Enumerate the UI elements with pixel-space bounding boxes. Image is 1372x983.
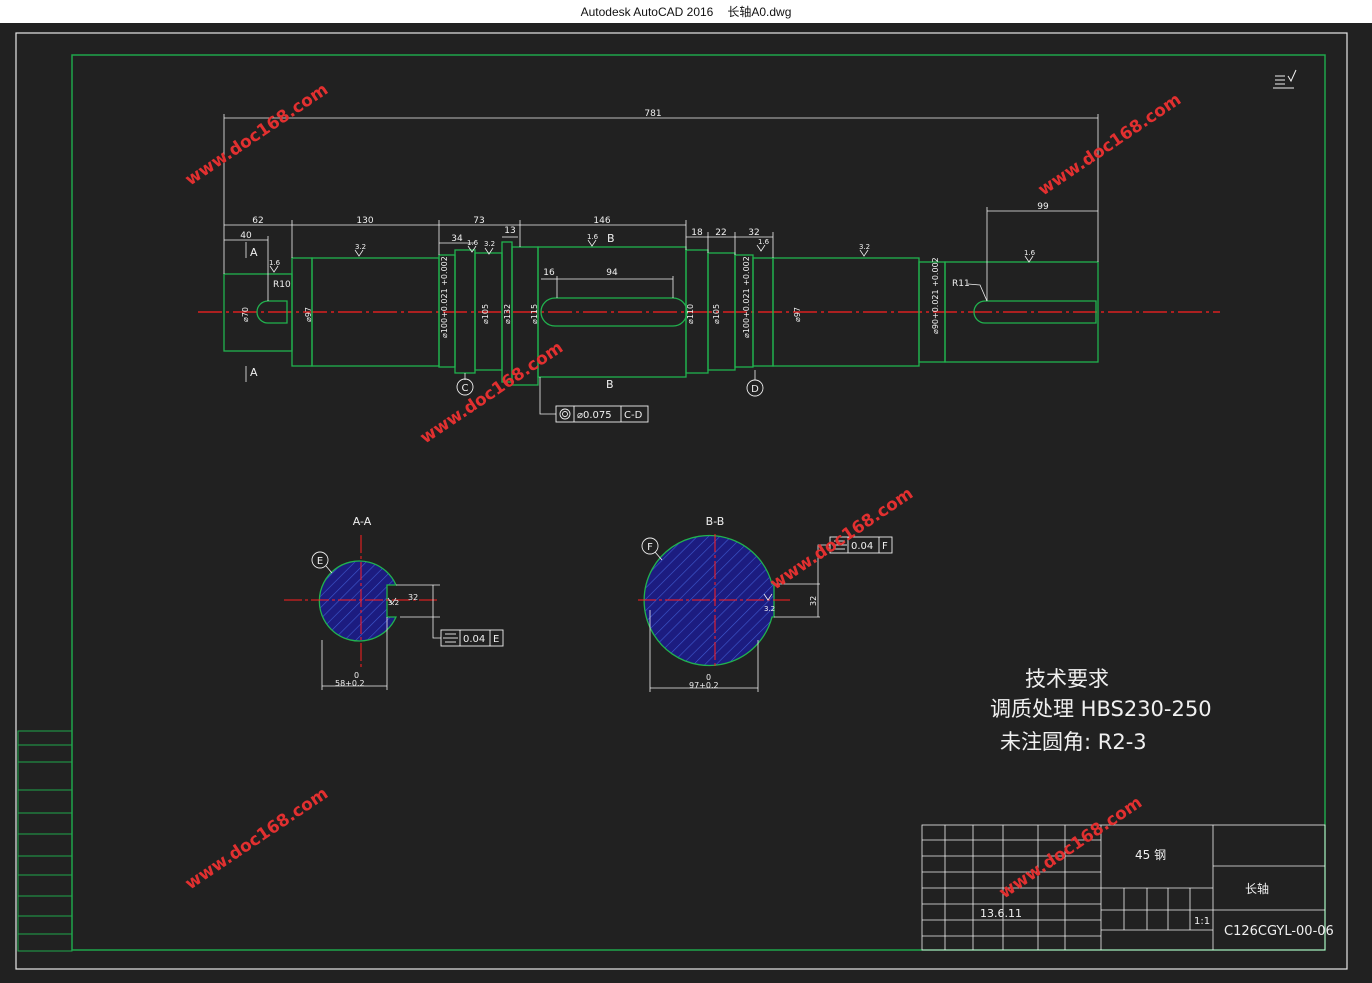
roughness-value: 1.6 [587, 233, 599, 241]
dim-146: 146 [593, 216, 610, 226]
dimension-texts: 781 62 40 130 73 34 13 146 16 94 18 22 3… [240, 109, 1049, 290]
left-strip [17, 730, 73, 952]
tol-f-value: 0.04 [851, 541, 873, 552]
roughness-value: 3.2 [355, 243, 366, 251]
technical-requirements: 技术要求 调质处理 HBS230-250 未注圆角: R2-3 [990, 667, 1212, 754]
watermark: www.doc168.com [767, 484, 917, 594]
roughness-value: 1.6 [758, 238, 770, 246]
datum-e-label: E [317, 556, 323, 567]
coaxiality-datum: C-D [624, 410, 643, 421]
dim-32: 32 [748, 228, 759, 238]
window-title-bar: Autodesk AutoCAD 2016 长轴A0.dwg [0, 0, 1372, 24]
watermark: www.doc168.com [996, 793, 1146, 903]
roughness-value: 1.6 [467, 239, 479, 247]
datum-f-label: F [647, 542, 653, 553]
dim-phi97-right: ⌀97 [793, 307, 802, 322]
coaxiality-frame: ⌀0.075 C-D [555, 405, 649, 423]
dim-22: 22 [715, 228, 726, 238]
bb-rough: 3.2 [764, 605, 775, 613]
date: 13.6.11 [980, 907, 1022, 920]
roughness-value: 3.2 [859, 243, 870, 251]
drawing-canvas[interactable]: 781 62 40 130 73 34 13 146 16 94 18 22 3… [0, 23, 1372, 983]
dim-phi70: ⌀70 [241, 307, 250, 322]
dim-73: 73 [473, 216, 484, 226]
dim-phi100-left: ⌀100+0.021 +0.002 [440, 256, 449, 338]
datum-d-label: D [751, 384, 759, 395]
file-name: 长轴A0.dwg [727, 5, 792, 19]
drawing-number: C126CGYL-00-06 [1224, 924, 1334, 939]
dim-34: 34 [451, 234, 463, 244]
dim-130: 130 [356, 216, 373, 226]
datum-c: C [456, 378, 474, 396]
dimension-lines [223, 114, 1099, 415]
roughness-value: 1.6 [1024, 249, 1036, 257]
dim-phi132: ⌀132 [503, 304, 512, 324]
datum-c-label: C [462, 383, 469, 394]
roughness-value: 3.2 [484, 240, 495, 248]
watermark: www.doc168.com [182, 80, 332, 190]
bb-key: 32 [809, 596, 818, 606]
dim-overall: 781 [644, 109, 661, 119]
dim-phi110: ⌀110 [686, 304, 695, 324]
scale: 1:1 [1194, 916, 1210, 927]
dim-40: 40 [240, 231, 252, 241]
section-a-top: A [250, 246, 258, 259]
dim-62: 62 [252, 216, 263, 226]
coaxiality-value: ⌀0.075 [577, 410, 612, 421]
section-bb-title: B-B [706, 515, 725, 528]
app-title: Autodesk AutoCAD 2016 [580, 4, 714, 19]
roughness-value: 1.6 [269, 259, 281, 267]
drawing-svg[interactable]: 781 62 40 130 73 34 13 146 16 94 18 22 3… [0, 23, 1372, 983]
dim-phi97-left: ⌀97 [304, 307, 313, 322]
aa-width: 58+0.2 [335, 679, 365, 688]
section-a-bottom: A [250, 366, 258, 379]
datum-d: D [746, 379, 764, 397]
inner-frame [71, 54, 1326, 951]
dim-18: 18 [691, 228, 703, 238]
dim-99: 99 [1037, 202, 1049, 212]
section-aa-title: A-A [353, 515, 372, 528]
dim-phi90: ⌀90+0.021 +0.002 [931, 257, 940, 334]
watermarks: www.doc168.com www.doc168.com www.doc168… [182, 80, 1185, 903]
dim-r11: R11 [952, 279, 970, 289]
bb-width: 97+0.2 [689, 681, 719, 690]
shaft-outline [223, 241, 1099, 386]
dim-phi100-right: ⌀100+0.021 +0.002 [742, 256, 751, 338]
watermark: www.doc168.com [182, 784, 332, 894]
aa-rough: 3.2 [388, 599, 399, 607]
dim-13: 13 [504, 226, 515, 236]
part-name: 长轴 [1245, 881, 1269, 896]
tol-e-value: 0.04 [463, 634, 485, 645]
material: 45 钢 [1135, 848, 1166, 862]
section-aa: A-A E 0 58+0.2 32 3.2 0.04 E [284, 515, 504, 690]
dim-phi105-right: ⌀105 [712, 304, 721, 324]
section-b-bottom: B [606, 378, 614, 391]
dim-phi115: ⌀115 [530, 304, 539, 324]
watermark: www.doc168.com [1035, 90, 1185, 200]
dim-94: 94 [606, 268, 618, 278]
tol-f-datum: F [882, 541, 888, 552]
dim-16: 16 [543, 268, 555, 278]
requirements-heading: 技术要求 [1025, 667, 1109, 691]
roughness-note-symbol [1273, 69, 1297, 89]
dim-phi105-left: ⌀105 [481, 304, 490, 324]
section-b-top: B [607, 232, 615, 245]
requirements-line1: 调质处理 HBS230-250 [990, 697, 1212, 721]
tol-e-datum: E [493, 634, 499, 645]
dim-r10: R10 [273, 280, 291, 290]
requirements-line2: 未注圆角: R2-3 [1000, 730, 1147, 754]
aa-key: 32 [408, 593, 418, 602]
